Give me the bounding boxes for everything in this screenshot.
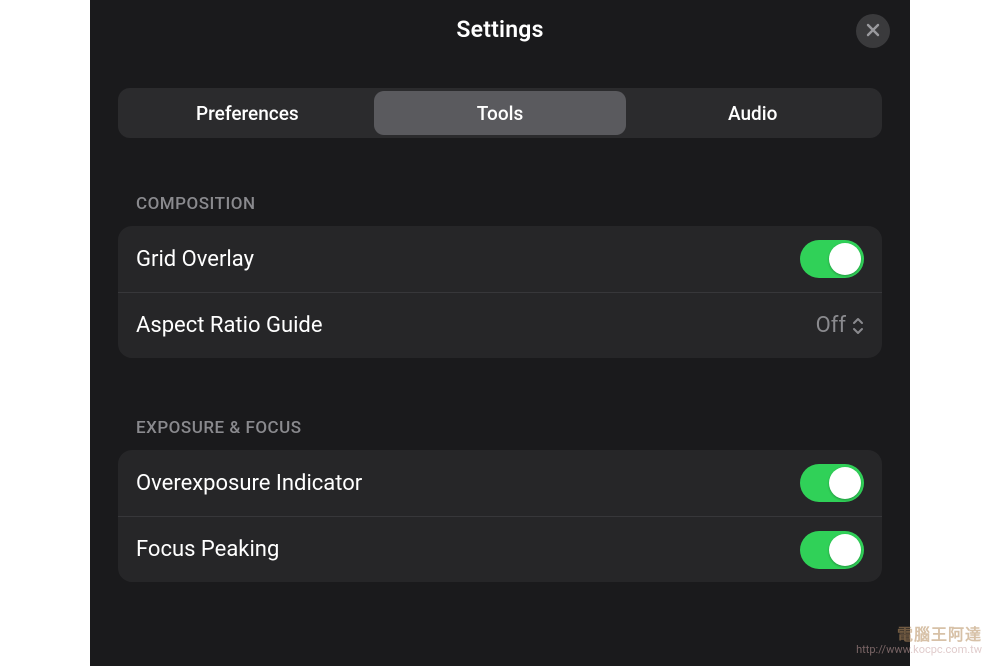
- tab-preferences[interactable]: Preferences: [121, 91, 374, 135]
- tab-label: Audio: [728, 102, 777, 125]
- select-value: Off: [816, 313, 846, 338]
- chevron-up-down-icon: [852, 316, 864, 336]
- settings-panel: Settings Preferences Tools Audio COMPOSI: [90, 0, 910, 666]
- toggle-grid-overlay[interactable]: [800, 240, 864, 278]
- toggle-knob: [829, 467, 861, 499]
- row-label: Overexposure Indicator: [136, 471, 362, 496]
- tab-tools[interactable]: Tools: [374, 91, 627, 135]
- tab-bar: Preferences Tools Audio: [118, 88, 882, 138]
- close-icon: [866, 22, 880, 41]
- tab-label: Preferences: [196, 102, 299, 125]
- row-label: Aspect Ratio Guide: [136, 313, 323, 338]
- row-grid-overlay: Grid Overlay: [118, 226, 882, 292]
- toggle-focus-peaking[interactable]: [800, 531, 864, 569]
- row-overexposure-indicator: Overexposure Indicator: [118, 450, 882, 516]
- tab-label: Tools: [477, 102, 523, 125]
- toggle-knob: [829, 243, 861, 275]
- section-header-exposure-focus: EXPOSURE & FOCUS: [118, 418, 882, 438]
- watermark-text: 電腦王阿達: [856, 626, 982, 644]
- row-label: Grid Overlay: [136, 247, 254, 272]
- toggle-knob: [829, 534, 861, 566]
- row-label: Focus Peaking: [136, 537, 279, 562]
- list-exposure-focus: Overexposure Indicator Focus Peaking: [118, 450, 882, 582]
- header: Settings: [90, 0, 910, 58]
- row-focus-peaking: Focus Peaking: [118, 516, 882, 582]
- list-composition: Grid Overlay Aspect Ratio Guide Off: [118, 226, 882, 358]
- tab-audio[interactable]: Audio: [626, 91, 879, 135]
- toggle-overexposure-indicator[interactable]: [800, 464, 864, 502]
- section-header-composition: COMPOSITION: [118, 194, 882, 214]
- value-select-aspect-ratio[interactable]: Off: [816, 313, 864, 338]
- row-aspect-ratio-guide[interactable]: Aspect Ratio Guide Off: [118, 292, 882, 358]
- watermark: 電腦王阿達 http://www.kocpc.com.tw: [856, 626, 982, 656]
- close-button[interactable]: [856, 14, 890, 48]
- page-title: Settings: [456, 16, 543, 43]
- watermark-url: http://www.kocpc.com.tw: [856, 644, 982, 656]
